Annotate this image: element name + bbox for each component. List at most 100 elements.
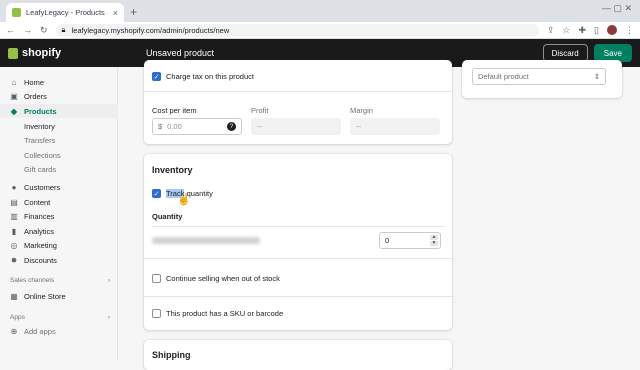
sidebar-subitem-collections[interactable]: Collections — [24, 148, 61, 162]
quantity-stepper[interactable]: ▲ ▼ — [430, 235, 438, 246]
sidebar-item-analytics[interactable]: ▮ Analytics — [0, 224, 118, 238]
cost-per-item-input[interactable]: $ 0.00 ? — [152, 118, 242, 135]
sales-channels-label: Sales channels — [10, 277, 55, 284]
sidebar-item-customers[interactable]: ● Customers — [0, 180, 118, 194]
sidebar-item-orders[interactable]: ▣ Orders — [0, 89, 118, 103]
sidebar: ⌂ Home ▣ Orders ◆ Products Inventory Tra… — [0, 67, 118, 360]
quantity-input[interactable]: 0 ▲ ▼ — [379, 232, 441, 249]
currency-symbol: $ — [158, 122, 163, 131]
sidebar-item-add-apps[interactable]: ⊕ Add apps — [0, 324, 118, 338]
address-bar[interactable]: 🔒︎ leafylegacy.myshopify.com/admin/produ… — [55, 23, 539, 37]
sidebar-item-content[interactable]: ▤ Content — [0, 195, 118, 209]
profit-label: Profit — [251, 106, 269, 115]
profit-field: -- — [251, 118, 341, 135]
pricing-card: ✓ Charge tax on this product Cost per it… — [144, 60, 452, 144]
shopify-logo[interactable]: shopify — [0, 47, 146, 59]
extensions-icon[interactable]: ✚ — [579, 25, 587, 36]
apps-label: Apps — [10, 314, 25, 321]
reload-icon[interactable]: ↻ — [40, 25, 48, 36]
sales-channels-header[interactable]: Sales channels › — [10, 277, 110, 284]
divider — [144, 296, 452, 297]
orders-icon: ▣ — [10, 91, 18, 101]
sidebar-subitem-gift-cards[interactable]: Gift cards — [24, 162, 56, 176]
window-controls-icon[interactable]: — ▢ ✕ — [602, 3, 632, 14]
track-quantity-checkbox[interactable]: ✓ — [152, 189, 161, 198]
divider — [144, 258, 452, 259]
margin-label: Margin — [350, 106, 373, 115]
bank-icon: ▥ — [10, 211, 18, 221]
blurred-location-name — [152, 237, 260, 244]
help-icon[interactable]: ? — [227, 122, 236, 131]
browser-tab-bar: LeafyLegacy - Products · New × + — ▢ ✕ — [0, 0, 640, 22]
sidebar-item-label: Analytics — [24, 226, 55, 236]
sidebar-item-label: Orders — [24, 91, 47, 101]
cost-placeholder: 0.00 — [167, 122, 182, 131]
shipping-title: Shipping — [152, 350, 191, 360]
template-value: Default product — [478, 72, 529, 81]
forward-icon[interactable]: → — [23, 25, 32, 35]
chevron-right-icon: › — [107, 277, 110, 284]
charge-tax-checkbox[interactable]: ✓ — [152, 72, 161, 81]
divider — [144, 91, 452, 92]
continue-selling-label: Continue selling when out of stock — [166, 274, 280, 283]
share-icon[interactable]: ⇪ — [547, 25, 555, 36]
chart-icon: ▮ — [11, 226, 17, 236]
sidebar-subitem-inventory[interactable]: Inventory — [24, 119, 55, 133]
sidebar-item-label: Content — [24, 197, 51, 207]
shopify-favicon-icon — [12, 8, 21, 17]
browser-toolbar: ← → ↻ 🔒︎ leafylegacy.myshopify.com/admin… — [0, 22, 640, 39]
continue-selling-checkbox[interactable] — [152, 274, 161, 283]
shipping-card: Shipping — [144, 340, 452, 370]
sidebar-item-online-store[interactable]: ▦ Online Store — [0, 289, 118, 303]
profile-avatar[interactable] — [607, 25, 617, 35]
divider — [152, 226, 444, 227]
margin-field: -- — [350, 118, 440, 135]
sidebar-item-products[interactable]: ◆ Products — [0, 104, 118, 118]
url-text: leafylegacy.myshopify.com/admin/products… — [71, 25, 230, 35]
sidebar-item-label: Marketing — [24, 240, 57, 250]
select-arrows-icon: ⇕ — [593, 72, 600, 81]
apps-header[interactable]: Apps › — [10, 314, 110, 321]
menu-icon[interactable]: ⋮ — [625, 25, 634, 36]
browser-tab[interactable]: LeafyLegacy - Products · New × — [6, 3, 124, 22]
discount-icon: ✸ — [10, 255, 18, 265]
theme-template-card: Default product ⇕ — [462, 60, 622, 98]
sidepanel-icon[interactable]: ▯ — [594, 25, 599, 36]
sidebar-item-marketing[interactable]: ◎ Marketing — [0, 238, 118, 252]
target-icon: ◎ — [10, 240, 18, 250]
sidebar-item-home[interactable]: ⌂ Home — [0, 75, 118, 89]
sidebar-item-label: Discounts — [24, 255, 57, 265]
hand-cursor-icon: ☝ — [177, 194, 191, 206]
store-icon: ▦ — [10, 291, 18, 301]
page-title: Unsaved product — [146, 48, 215, 58]
quantity-heading: Quantity — [152, 212, 183, 221]
sku-barcode-label: This product has a SKU or barcode — [166, 309, 284, 318]
inventory-title: Inventory — [152, 165, 193, 175]
sidebar-item-label: Customers — [24, 182, 61, 192]
sidebar-item-label: Add apps — [24, 326, 56, 336]
lock-icon: 🔒︎ — [61, 25, 66, 34]
content-icon: ▤ — [10, 197, 18, 207]
home-icon: ⌂ — [11, 77, 17, 87]
sidebar-item-label: Finances — [24, 211, 55, 221]
close-tab-icon[interactable]: × — [113, 8, 118, 18]
cost-per-item-label: Cost per item — [152, 106, 197, 115]
sku-barcode-checkbox[interactable] — [152, 309, 161, 318]
template-select[interactable]: Default product ⇕ — [472, 68, 606, 85]
chevron-right-icon: › — [107, 314, 110, 321]
tag-icon: ◆ — [10, 106, 18, 116]
back-icon[interactable]: ← — [6, 25, 15, 35]
quantity-value: 0 — [385, 236, 390, 245]
new-tab-button[interactable]: + — [130, 5, 137, 19]
bookmark-star-icon[interactable]: ☆ — [562, 25, 570, 36]
sidebar-item-label: Online Store — [24, 291, 66, 301]
plus-icon: ⊕ — [10, 326, 18, 336]
inventory-card: Inventory ✓ Track quantity Quantity 0 ▲ … — [144, 154, 452, 330]
sidebar-subitem-transfers[interactable]: Transfers — [24, 133, 55, 147]
sidebar-item-label: Products — [24, 106, 57, 116]
sidebar-item-finances[interactable]: ▥ Finances — [0, 209, 118, 223]
decrement-icon[interactable]: ▼ — [430, 241, 438, 246]
shopify-bag-icon — [8, 47, 18, 59]
sidebar-item-discounts[interactable]: ✸ Discounts — [0, 253, 118, 267]
person-icon: ● — [11, 182, 17, 192]
